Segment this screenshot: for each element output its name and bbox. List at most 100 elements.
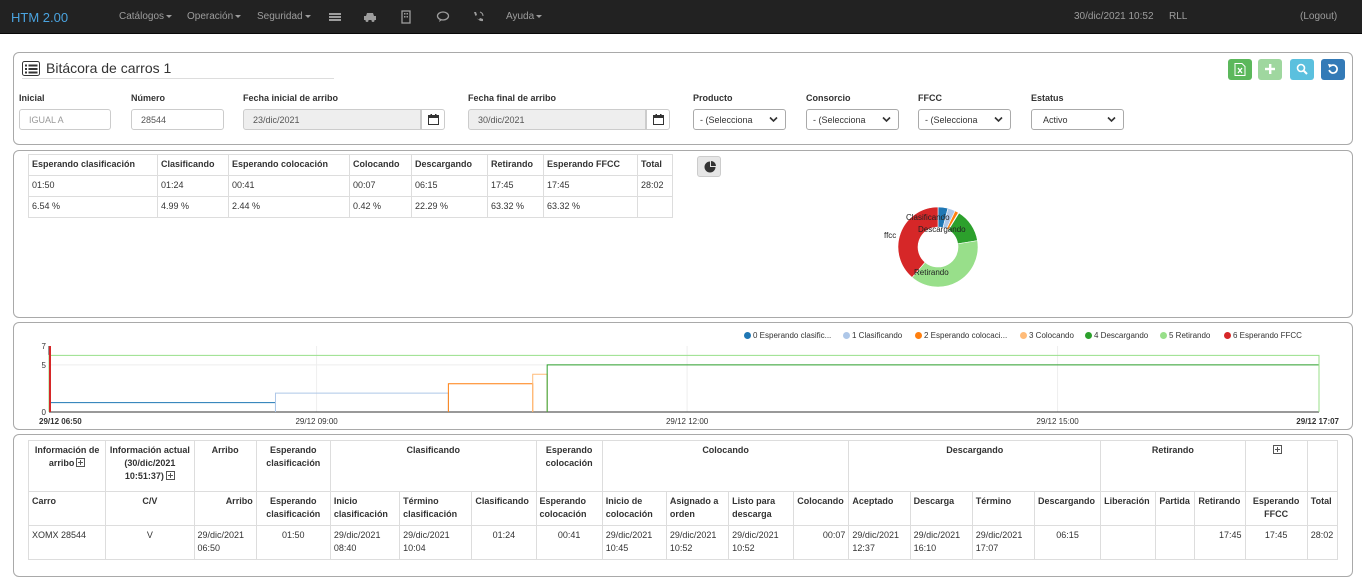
cell-clasificando: 01:24 (471, 525, 537, 560)
logout-link[interactable]: (Logout) (1300, 11, 1337, 22)
fecha-inicial-calendar-button[interactable] (421, 109, 445, 130)
legend-item[interactable]: 1 Clasificando (843, 331, 902, 340)
timeline-panel: 0 Esperando clasific... 1 Clasificando 2 E… (13, 322, 1353, 430)
group-info-actual-label: Información actual (30/dic/2021 10:51:37… (109, 445, 190, 481)
menu-ayuda-label: Ayuda (506, 11, 535, 22)
inicial-input[interactable]: IGUAL A (19, 109, 111, 130)
summary-cell (637, 196, 673, 218)
menu-catalogos[interactable]: Catálogos (119, 11, 173, 22)
group-empty (1306, 440, 1339, 492)
page-title-row: Bitácora de carros 1 (22, 59, 334, 79)
cell-esp-coloc: 00:41 (535, 525, 603, 560)
producto-select[interactable]: - (Selecciona (693, 109, 786, 130)
chevron-down-icon (166, 14, 173, 18)
excel-icon (1234, 63, 1246, 76)
column-header: Total (1306, 491, 1339, 526)
calendar-icon (428, 114, 439, 125)
x-tick-label: 29/12 12:00 (666, 417, 709, 426)
consorcio-select-value: - (Selecciona (813, 115, 866, 125)
filter-panel: Bitácora de carros 1 Inicial IGUAL A Núm… (13, 52, 1353, 145)
summary-times-row: 01:50 01:24 00:41 00:07 06:15 17:45 17:4… (28, 175, 673, 197)
export-excel-button[interactable] (1228, 59, 1252, 80)
column-header: Esperando clasificación (255, 491, 331, 526)
column-header: Descargando (1033, 491, 1102, 526)
column-header: Partida (1155, 491, 1196, 526)
legend-item[interactable]: 2 Esperando colocaci... (915, 331, 1007, 340)
fecha-final-label: Fecha final de arribo (468, 93, 557, 103)
estatus-label: Estatus (1031, 93, 1064, 103)
summary-cell: 17:45 (487, 175, 544, 197)
pie-label: Retirando (914, 268, 949, 277)
fecha-final-calendar-button[interactable] (646, 109, 670, 130)
legend-item[interactable]: 0 Esperando clasific... (744, 331, 831, 340)
summary-header-row: Esperando clasificación Clasificando Esp… (28, 154, 673, 176)
group-esp-clasif: Esperando clasificación (255, 440, 331, 492)
legend-dot-icon (744, 332, 751, 339)
ffcc-select[interactable]: - (Selecciona (918, 109, 1011, 130)
chevron-down-icon (882, 116, 891, 123)
search-icon (1296, 63, 1308, 75)
summary-header: Esperando clasificación (28, 154, 158, 176)
menu-operacion[interactable]: Operación (187, 11, 242, 22)
cell-partida (1155, 525, 1196, 560)
chevron-down-icon (769, 116, 778, 123)
car-icon[interactable] (363, 10, 377, 24)
reset-button[interactable] (1321, 59, 1345, 80)
chevron-down-icon (235, 14, 242, 18)
consorcio-select[interactable]: - (Selecciona (806, 109, 899, 130)
cell-esp-ffcc: 17:45 (1244, 525, 1308, 560)
column-header: Arribo (193, 491, 257, 526)
inicial-label: Inicial (19, 93, 45, 103)
donut-chart: Clasificando Descargando Retirando ffcc (884, 206, 979, 288)
pie-chart-toggle-button[interactable] (697, 156, 721, 177)
legend-item[interactable]: 4 Descargando (1085, 331, 1148, 340)
expand-icon[interactable] (165, 471, 175, 480)
fecha-inicial-label: Fecha inicial de arribo (243, 93, 339, 103)
group-extra (1244, 440, 1308, 492)
table-row[interactable]: XOMX 28544 V 29/dic/2021 06:50 01:50 29/… (27, 525, 1339, 560)
fecha-inicial-input[interactable]: 23/dic/2021 (243, 109, 421, 130)
series-line (447, 383, 534, 412)
column-header: Inicio de colocación (601, 491, 667, 526)
legend-item[interactable]: 6 Esperando FFCC (1224, 331, 1302, 340)
column-header: Listo para descarga (728, 491, 795, 526)
x-tick-label: 29/12 06:50 (39, 417, 82, 426)
cell-carro: XOMX 28544 (27, 525, 107, 560)
series-line (546, 364, 1320, 412)
expand-icon[interactable] (1272, 445, 1282, 454)
fecha-final-input[interactable]: 30/dic/2021 (468, 109, 646, 130)
y-tick-label: 0 (42, 408, 47, 417)
column-header: Aceptado (848, 491, 911, 526)
chat-icon[interactable] (436, 10, 450, 24)
building-icon[interactable] (399, 10, 413, 24)
legend-label: 1 Clasificando (852, 331, 903, 340)
column-header: Retirando (1194, 491, 1246, 526)
menu-seguridad[interactable]: Seguridad (257, 11, 311, 22)
legend-label: 4 Descargando (1094, 331, 1149, 340)
legend-dot-icon (1224, 332, 1231, 339)
summary-header: Descargando (411, 154, 488, 176)
legend-dot-icon (1020, 332, 1027, 339)
cell-aceptado: 29/dic/2021 12:37 (848, 525, 911, 560)
legend-dot-icon (843, 332, 850, 339)
estatus-select[interactable]: Activo (1031, 109, 1124, 130)
expand-icon[interactable] (76, 458, 86, 467)
summary-cell: 63.32 % (487, 196, 544, 218)
list-icon[interactable] (328, 10, 342, 24)
column-header: Esperando FFCC (1244, 491, 1308, 526)
add-button[interactable] (1258, 59, 1282, 80)
app-brand[interactable]: HTM 2.00 (11, 10, 68, 25)
numero-input[interactable]: 28544 (131, 109, 224, 130)
cell-esp-clasif: 01:50 (255, 525, 331, 560)
column-header: Término (971, 491, 1035, 526)
summary-cell: 6.54 % (28, 196, 158, 218)
legend-item[interactable]: 5 Retirando (1160, 331, 1210, 340)
cell-total: 28:02 (1306, 525, 1339, 560)
column-header: Esperando colocación (535, 491, 603, 526)
phone-icon[interactable] (471, 10, 485, 24)
search-button[interactable] (1290, 59, 1314, 80)
legend-dot-icon (1085, 332, 1092, 339)
cell-asignado: 29/dic/2021 10:52 (665, 525, 730, 560)
menu-ayuda[interactable]: Ayuda (506, 11, 543, 22)
legend-item[interactable]: 3 Colocando (1020, 331, 1074, 340)
